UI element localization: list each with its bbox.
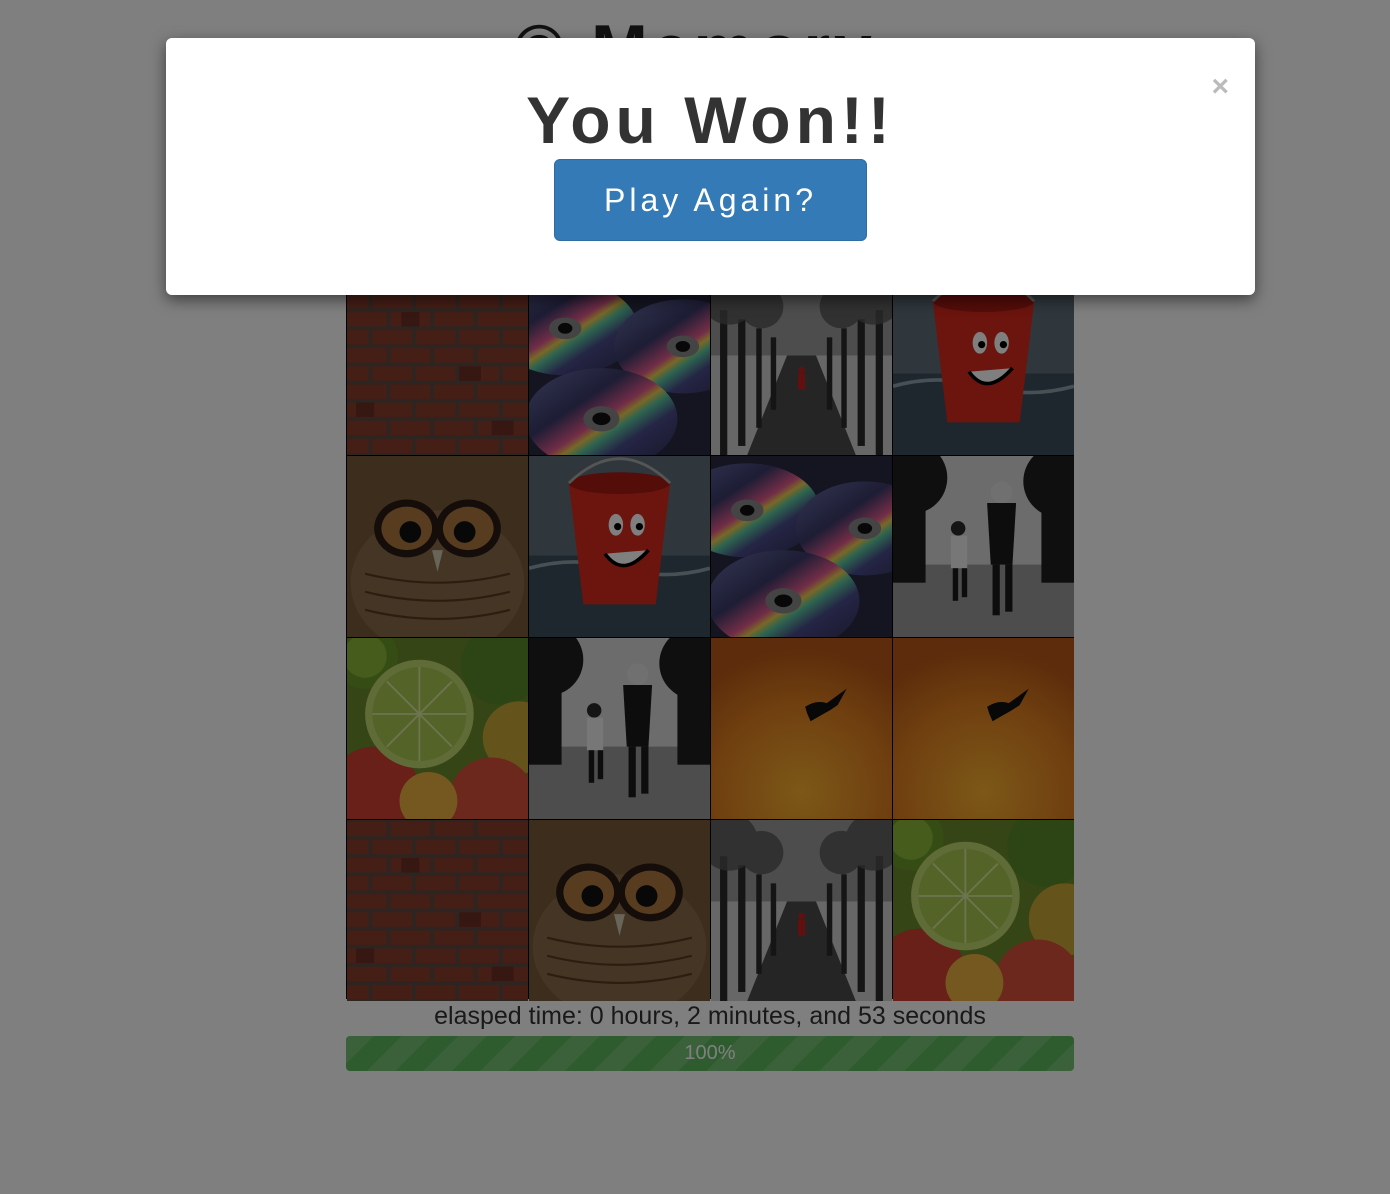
modal-title: You Won!! <box>526 83 895 157</box>
play-again-button[interactable]: Play Again? <box>554 159 867 241</box>
win-modal: × You Won!! Play Again? <box>166 38 1255 295</box>
